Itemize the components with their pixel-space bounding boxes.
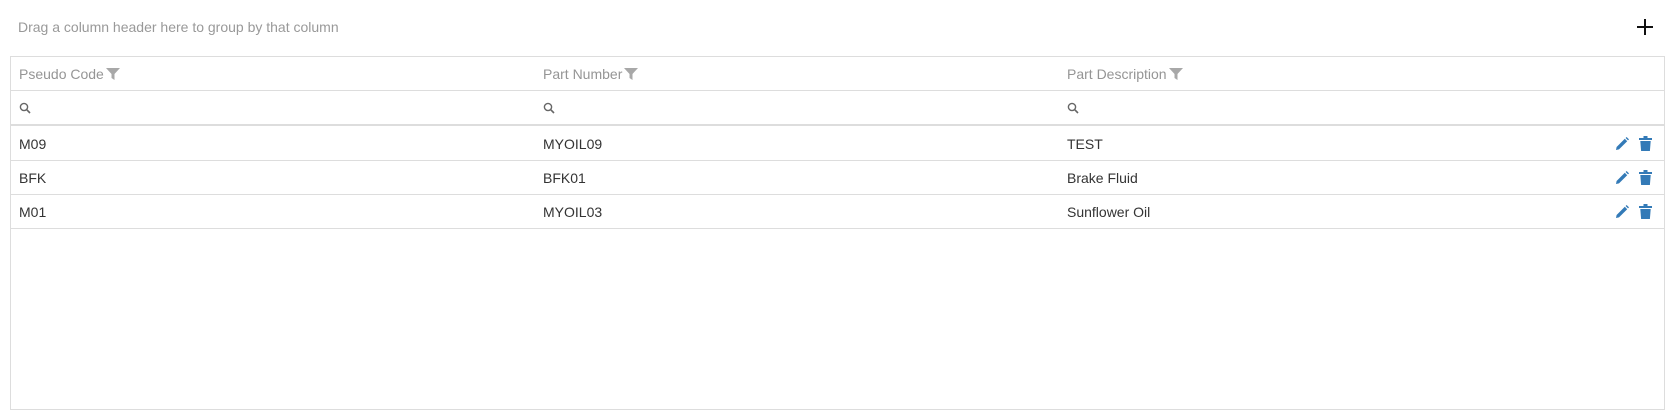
cell-pseudo-code: BFK: [19, 169, 47, 186]
search-icon: [543, 102, 555, 114]
edit-button[interactable]: [1615, 170, 1629, 185]
cell-pseudo-code: M01: [19, 203, 47, 220]
cell-pseudo-code: M09: [19, 135, 47, 152]
column-header-pseudo-code[interactable]: Pseudo Code: [19, 57, 539, 90]
cell-part-description: TEST: [1067, 135, 1103, 152]
delete-button[interactable]: [1639, 170, 1652, 185]
filter-input-pseudo-code[interactable]: [19, 91, 539, 124]
pencil-icon: [1616, 136, 1629, 150]
filter-row: [11, 91, 1664, 126]
pencil-icon: [1616, 170, 1629, 184]
row-actions: [1615, 195, 1652, 228]
header-row: Pseudo Code Part Number Part Description: [11, 57, 1664, 91]
pencil-icon: [1616, 204, 1629, 218]
delete-button[interactable]: [1639, 136, 1652, 151]
column-header-part-description[interactable]: Part Description: [1067, 57, 1587, 90]
row-actions: [1615, 161, 1652, 194]
trash-icon: [1639, 170, 1652, 185]
column-header-label: Pseudo Code: [19, 65, 104, 82]
edit-button[interactable]: [1615, 204, 1629, 219]
cell-part-description: Sunflower Oil: [1067, 203, 1151, 220]
search-icon: [19, 102, 31, 114]
filter-input-part-description[interactable]: [1067, 91, 1587, 124]
cell-part-number: BFK01: [543, 169, 586, 186]
group-panel[interactable]: Drag a column header here to group by th…: [18, 19, 339, 35]
cell-part-description: Brake Fluid: [1067, 169, 1138, 186]
table-row[interactable]: BFK BFK01 Brake Fluid: [11, 161, 1664, 195]
search-icon: [1067, 102, 1079, 114]
grid-toolbar: Drag a column header here to group by th…: [0, 0, 1671, 56]
filter-icon[interactable]: [624, 67, 639, 81]
table-row[interactable]: M09 MYOIL09 TEST: [11, 127, 1664, 161]
column-header-label: Part Number: [543, 65, 623, 82]
row-actions: [1615, 127, 1652, 160]
trash-icon: [1639, 204, 1652, 219]
filter-icon[interactable]: [105, 67, 120, 81]
table-row[interactable]: M01 MYOIL03 Sunflower Oil: [11, 195, 1664, 229]
column-header-part-number[interactable]: Part Number: [543, 57, 1063, 90]
trash-icon: [1639, 136, 1652, 151]
add-button[interactable]: [1634, 16, 1656, 38]
filter-icon[interactable]: [1168, 67, 1183, 81]
filter-input-part-number[interactable]: [543, 91, 1063, 124]
cell-part-number: MYOIL03: [543, 203, 603, 220]
edit-button[interactable]: [1615, 136, 1629, 151]
cell-part-number: MYOIL09: [543, 135, 603, 152]
plus-icon: [1637, 19, 1653, 35]
delete-button[interactable]: [1639, 204, 1652, 219]
data-grid: Pseudo Code Part Number Part Description: [10, 56, 1665, 410]
column-header-label: Part Description: [1067, 65, 1167, 82]
